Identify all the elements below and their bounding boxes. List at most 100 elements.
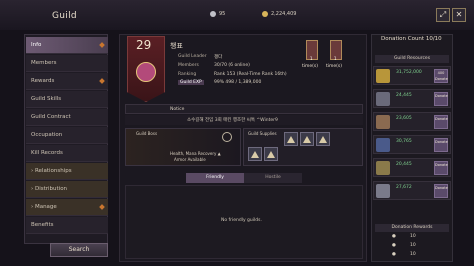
notice-bar[interactable]: Notice — [125, 104, 363, 114]
guild-leader-value: 챙다 — [214, 55, 223, 60]
tab-friendly[interactable]: Friendly — [186, 173, 244, 183]
donate-button[interactable]: Donate — [434, 161, 448, 175]
supply-slot[interactable] — [248, 147, 262, 161]
guild-chat-line: 소수길해 전임 3회 매킨 행조한 씨톡 ^Winter9 — [125, 115, 363, 125]
empty-list-text: No friendly guilds. — [221, 218, 262, 223]
resource-value: 30,765 — [396, 139, 412, 144]
currency-gold: 2,224,409 — [262, 11, 296, 17]
reward-row: ● 10 — [380, 234, 450, 242]
supply-pyramid-icon — [251, 150, 259, 158]
resource-value: 20,445 — [396, 162, 412, 167]
reward-row: ● 10 — [380, 252, 450, 260]
sidebar: Info Members Rewards Guild Skills Guild … — [24, 34, 108, 244]
resource-row: 20,445 Donate — [373, 158, 451, 177]
leather-resource-icon — [376, 115, 390, 129]
supply-pyramid-icon — [319, 135, 327, 143]
sidebar-item-rewards[interactable]: Rewards — [26, 73, 108, 90]
currency-silver: 95 — [210, 11, 225, 17]
guild-exp-value: 99% 498 / 1,389,000 — [214, 80, 262, 85]
resource-row: 27,672 Donate — [373, 181, 451, 200]
sidebar-item-members[interactable]: Members — [26, 55, 108, 72]
resource-value: 23,605 — [396, 116, 412, 121]
tab-hostile[interactable]: Hostile — [244, 173, 302, 183]
members-label: Members — [178, 63, 199, 68]
coin-icon: ● — [392, 243, 396, 248]
gold-resource-icon — [376, 69, 390, 83]
wood-resource-icon — [376, 161, 390, 175]
gold-coin-icon — [262, 11, 268, 17]
guild-emblem-icon — [136, 62, 156, 82]
guild-name: 챙표 — [170, 42, 183, 50]
chat-text: 소수길해 전임 3회 매킨 행조한 씨톡 ^Winter9 — [187, 118, 278, 123]
sidebar-item-guild-contract[interactable]: Guild Contract — [26, 109, 108, 126]
donate-button[interactable]: Donate — [434, 92, 448, 106]
coin-icon: ● — [392, 234, 396, 239]
buff-count: 1 — [334, 56, 337, 61]
buff-count: 1 — [310, 56, 313, 61]
reward-value: 10 — [410, 252, 416, 257]
supply-pyramid-icon — [303, 135, 311, 143]
silver-coin-icon — [210, 11, 216, 17]
guild-boss-desc-1: Health, Mana Recovery ▲ — [170, 151, 221, 156]
reward-value: 10 — [410, 234, 416, 239]
sidebar-item-occupation[interactable]: Occupation — [26, 127, 108, 144]
gold-value: 2,224,409 — [271, 11, 297, 17]
guild-relation-list: No friendly guilds. — [125, 185, 363, 259]
sidebar-group-distribution[interactable]: › Distribution — [26, 181, 108, 198]
members-value: 30/70 (6 online) — [214, 63, 250, 68]
window-title: Guild — [52, 11, 77, 21]
reward-value: 10 — [410, 243, 416, 248]
notice-label: Notice — [170, 107, 185, 112]
sidebar-group-manage[interactable]: › Manage — [26, 199, 108, 216]
close-button[interactable]: ✕ — [452, 8, 466, 22]
donate-button[interactable]: Donate — [434, 184, 448, 198]
sidebar-group-relationships[interactable]: › Relationships — [26, 163, 108, 180]
donation-title: Donation Count — [381, 36, 425, 42]
resource-row: 30,765 Donate — [373, 135, 451, 154]
donate-button[interactable]: Donate — [434, 138, 448, 152]
alert-dot-icon — [99, 42, 105, 48]
reward-row: ● 10 — [380, 243, 450, 251]
resource-value: 31,752,000 — [396, 70, 422, 75]
buff-label: time(s) — [326, 64, 343, 69]
guild-level: 29 — [136, 38, 152, 52]
resource-row: 31,752,000 400 Donate — [373, 66, 451, 85]
guild-supplies-label: Guild Supplies — [248, 131, 277, 136]
search-button[interactable]: Search — [50, 243, 108, 257]
resource-value: 27,672 — [396, 185, 412, 190]
stone-resource-icon — [376, 184, 390, 198]
supply-pyramid-icon — [267, 150, 275, 158]
donate-button[interactable]: 400 Donate — [434, 69, 448, 83]
resource-value: 24,445 — [396, 93, 412, 98]
resize-button[interactable]: ⤢ — [436, 8, 450, 22]
donate-button[interactable]: Donate — [434, 115, 448, 129]
supply-pyramid-icon — [287, 135, 295, 143]
guild-boss-label: Guild Boss — [136, 131, 158, 136]
supply-slot[interactable] — [300, 132, 314, 146]
ore-resource-icon — [376, 92, 390, 106]
supply-slot[interactable] — [264, 147, 278, 161]
donation-count-value: 10/10 — [425, 36, 442, 42]
donation-rewards-label: Donation Rewards — [375, 224, 449, 232]
alert-dot-icon — [99, 78, 105, 84]
resource-row: 24,445 Donate — [373, 89, 451, 108]
ranking-label: Ranking — [178, 72, 197, 77]
resource-row: 23,605 Donate — [373, 112, 451, 131]
guild-leader-label: Guild Leader — [178, 54, 207, 59]
supply-slot[interactable] — [316, 132, 330, 146]
sidebar-item-kill-records[interactable]: Kill Records — [26, 145, 108, 162]
coin-icon: ● — [392, 252, 396, 257]
sidebar-item-guild-skills[interactable]: Guild Skills — [26, 91, 108, 108]
guild-boss-desc-2: Armor Available — [174, 157, 206, 162]
ranking-value: Rank 153 (Real-Time Rank 16th) — [214, 72, 287, 77]
alert-dot-icon — [99, 204, 105, 210]
sidebar-item-info[interactable]: Info — [26, 37, 108, 54]
guild-supplies-panel: Guild Supplies — [243, 128, 363, 166]
buff-label: time(s) — [302, 64, 319, 69]
donation-count: Donation Count 10/10 — [381, 36, 442, 42]
relation-tabs: Friendly Hostile — [186, 173, 302, 183]
guild-boss-panel[interactable]: Guild Boss Health, Mana Recovery ▲ Armor… — [125, 128, 241, 166]
silver-value: 95 — [219, 11, 226, 17]
sidebar-item-benefits[interactable]: Benefits — [26, 217, 108, 234]
supply-slot[interactable] — [284, 132, 298, 146]
